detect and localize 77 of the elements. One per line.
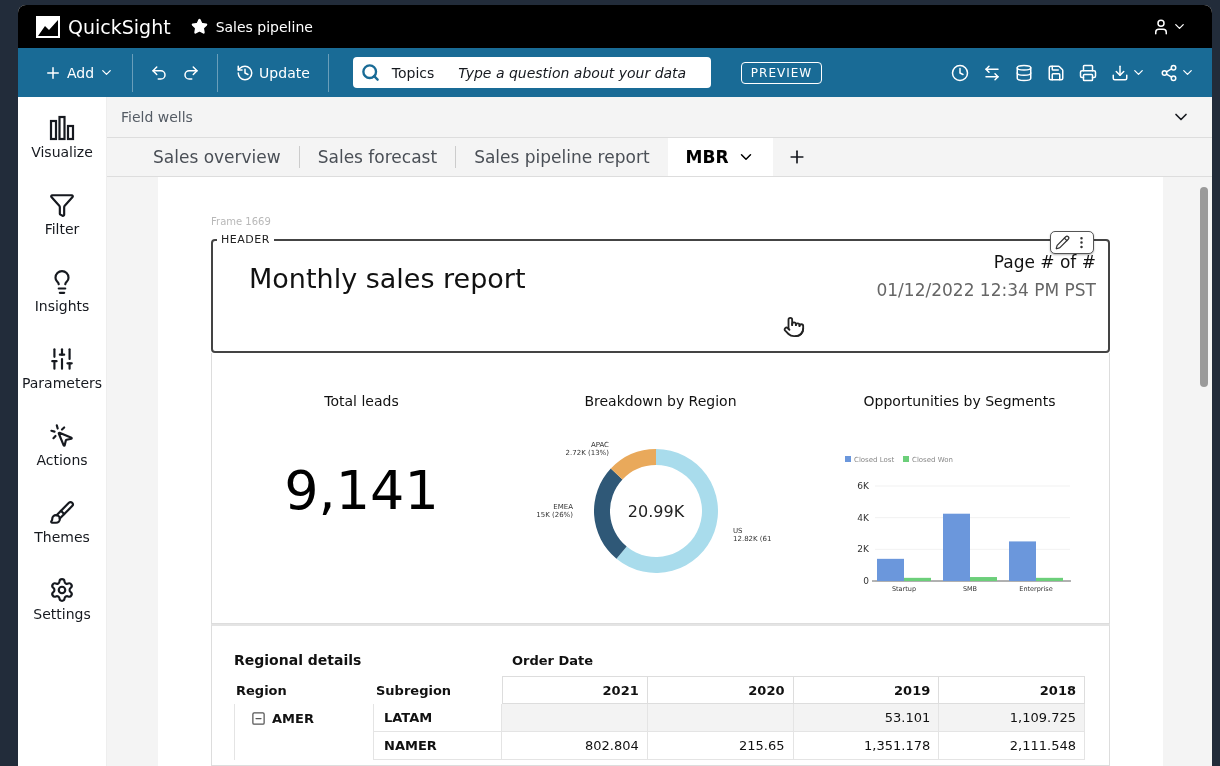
column-header: 2019 bbox=[793, 676, 940, 704]
brush-icon bbox=[49, 500, 75, 526]
arrows-horizontal-icon bbox=[983, 63, 1001, 82]
visual-title: Opportunities by Segments bbox=[863, 393, 1056, 409]
edit-icon[interactable] bbox=[1055, 235, 1070, 250]
table-cell: 1,109.725 bbox=[939, 704, 1085, 732]
table-cell: 1,351.178 bbox=[793, 732, 940, 760]
app-logo bbox=[36, 15, 60, 38]
table-cell: 215.65 bbox=[647, 732, 794, 760]
column-header: 2021 bbox=[502, 676, 648, 704]
sidebar-item[interactable]: Visualize bbox=[31, 115, 93, 160]
redo-icon bbox=[182, 63, 201, 82]
question-field[interactable]: Topics Type a question about your data bbox=[352, 57, 711, 88]
visual-title: Breakdown by Region bbox=[584, 393, 737, 409]
report-title: Monthly sales report bbox=[249, 263, 527, 294]
sidebar-item[interactable]: Actions bbox=[36, 423, 88, 468]
column-group-header: Order Date bbox=[512, 653, 594, 668]
database-icon bbox=[1015, 63, 1033, 82]
preview-button[interactable]: PREVIEW bbox=[740, 61, 823, 84]
sidebar-item[interactable]: Insights bbox=[34, 269, 90, 314]
table-title: Regional details bbox=[234, 652, 362, 668]
app-name: QuickSight bbox=[68, 15, 171, 38]
sheet-tab[interactable]: Sales pipeline report bbox=[456, 138, 668, 176]
sidebar-item[interactable]: Settings bbox=[33, 577, 91, 622]
timestamp: 01/12/2022 12:34 PM PST bbox=[876, 280, 1096, 300]
legend-swatch bbox=[902, 456, 909, 462]
user-icon bbox=[1152, 17, 1170, 36]
download-icon bbox=[1111, 63, 1129, 82]
column-header: Subregion bbox=[375, 681, 453, 700]
add-button[interactable]: Add bbox=[36, 57, 123, 88]
clock-icon bbox=[951, 63, 969, 82]
visual-title: Total leads bbox=[324, 393, 399, 409]
frame-label: Frame 1669 bbox=[211, 216, 272, 227]
y-tick-label: 6K bbox=[856, 481, 869, 491]
sidebar-item[interactable]: Parameters bbox=[21, 346, 103, 391]
column-header: 2020 bbox=[647, 676, 794, 704]
sidebar-item[interactable]: Themes bbox=[34, 500, 90, 545]
update-button[interactable]: Update bbox=[228, 57, 318, 88]
y-tick-label: 4K bbox=[856, 512, 869, 523]
table-cell: NAMER bbox=[374, 732, 502, 760]
page-number: Page # of # bbox=[993, 252, 1096, 272]
analysis-name: Sales pipeline bbox=[215, 18, 313, 35]
collapse-button[interactable] bbox=[251, 710, 266, 726]
bar-chart-icon bbox=[49, 115, 75, 141]
table-cell: 53.101 bbox=[793, 704, 940, 732]
y-tick-label: 0 bbox=[862, 576, 869, 586]
scrollbar-thumb[interactable] bbox=[1200, 187, 1208, 387]
topics-button[interactable]: Topics bbox=[387, 64, 449, 81]
filter-icon bbox=[49, 192, 75, 218]
sheet-tab[interactable]: Sales forecast bbox=[299, 138, 456, 176]
star-icon[interactable] bbox=[190, 18, 208, 35]
sheet-tab[interactable]: MBR bbox=[667, 138, 773, 176]
kpi-value: 9,141 bbox=[284, 459, 439, 522]
sliders-icon bbox=[49, 346, 75, 372]
legend-swatch bbox=[844, 456, 851, 462]
printer-icon bbox=[1079, 63, 1097, 82]
field-wells-label: Field wells bbox=[121, 109, 194, 125]
table-cell: LATAM bbox=[374, 704, 502, 732]
region-label: AMER bbox=[272, 710, 314, 726]
donut-total: 20.99K bbox=[627, 502, 684, 521]
save-icon bbox=[1047, 63, 1065, 82]
settings-icon bbox=[49, 577, 75, 603]
sidebar-item[interactable]: Filter bbox=[44, 192, 80, 237]
y-tick-label: 2K bbox=[856, 544, 869, 555]
share-icon bbox=[1160, 63, 1178, 82]
section-label: HEADER bbox=[220, 233, 271, 246]
undo-icon bbox=[150, 63, 169, 82]
table-cell: 802.804 bbox=[502, 732, 648, 760]
column-header: Region bbox=[235, 681, 288, 700]
history-icon bbox=[236, 63, 255, 82]
column-header: 2018 bbox=[939, 676, 1085, 704]
table-cell: 2,111.548 bbox=[939, 732, 1085, 760]
search-icon bbox=[360, 63, 380, 82]
sheet-tab[interactable]: Sales overview bbox=[135, 138, 299, 176]
minus-square-icon bbox=[251, 710, 266, 726]
hand-cursor-icon bbox=[783, 316, 805, 338]
target-pointer-icon bbox=[49, 423, 75, 449]
